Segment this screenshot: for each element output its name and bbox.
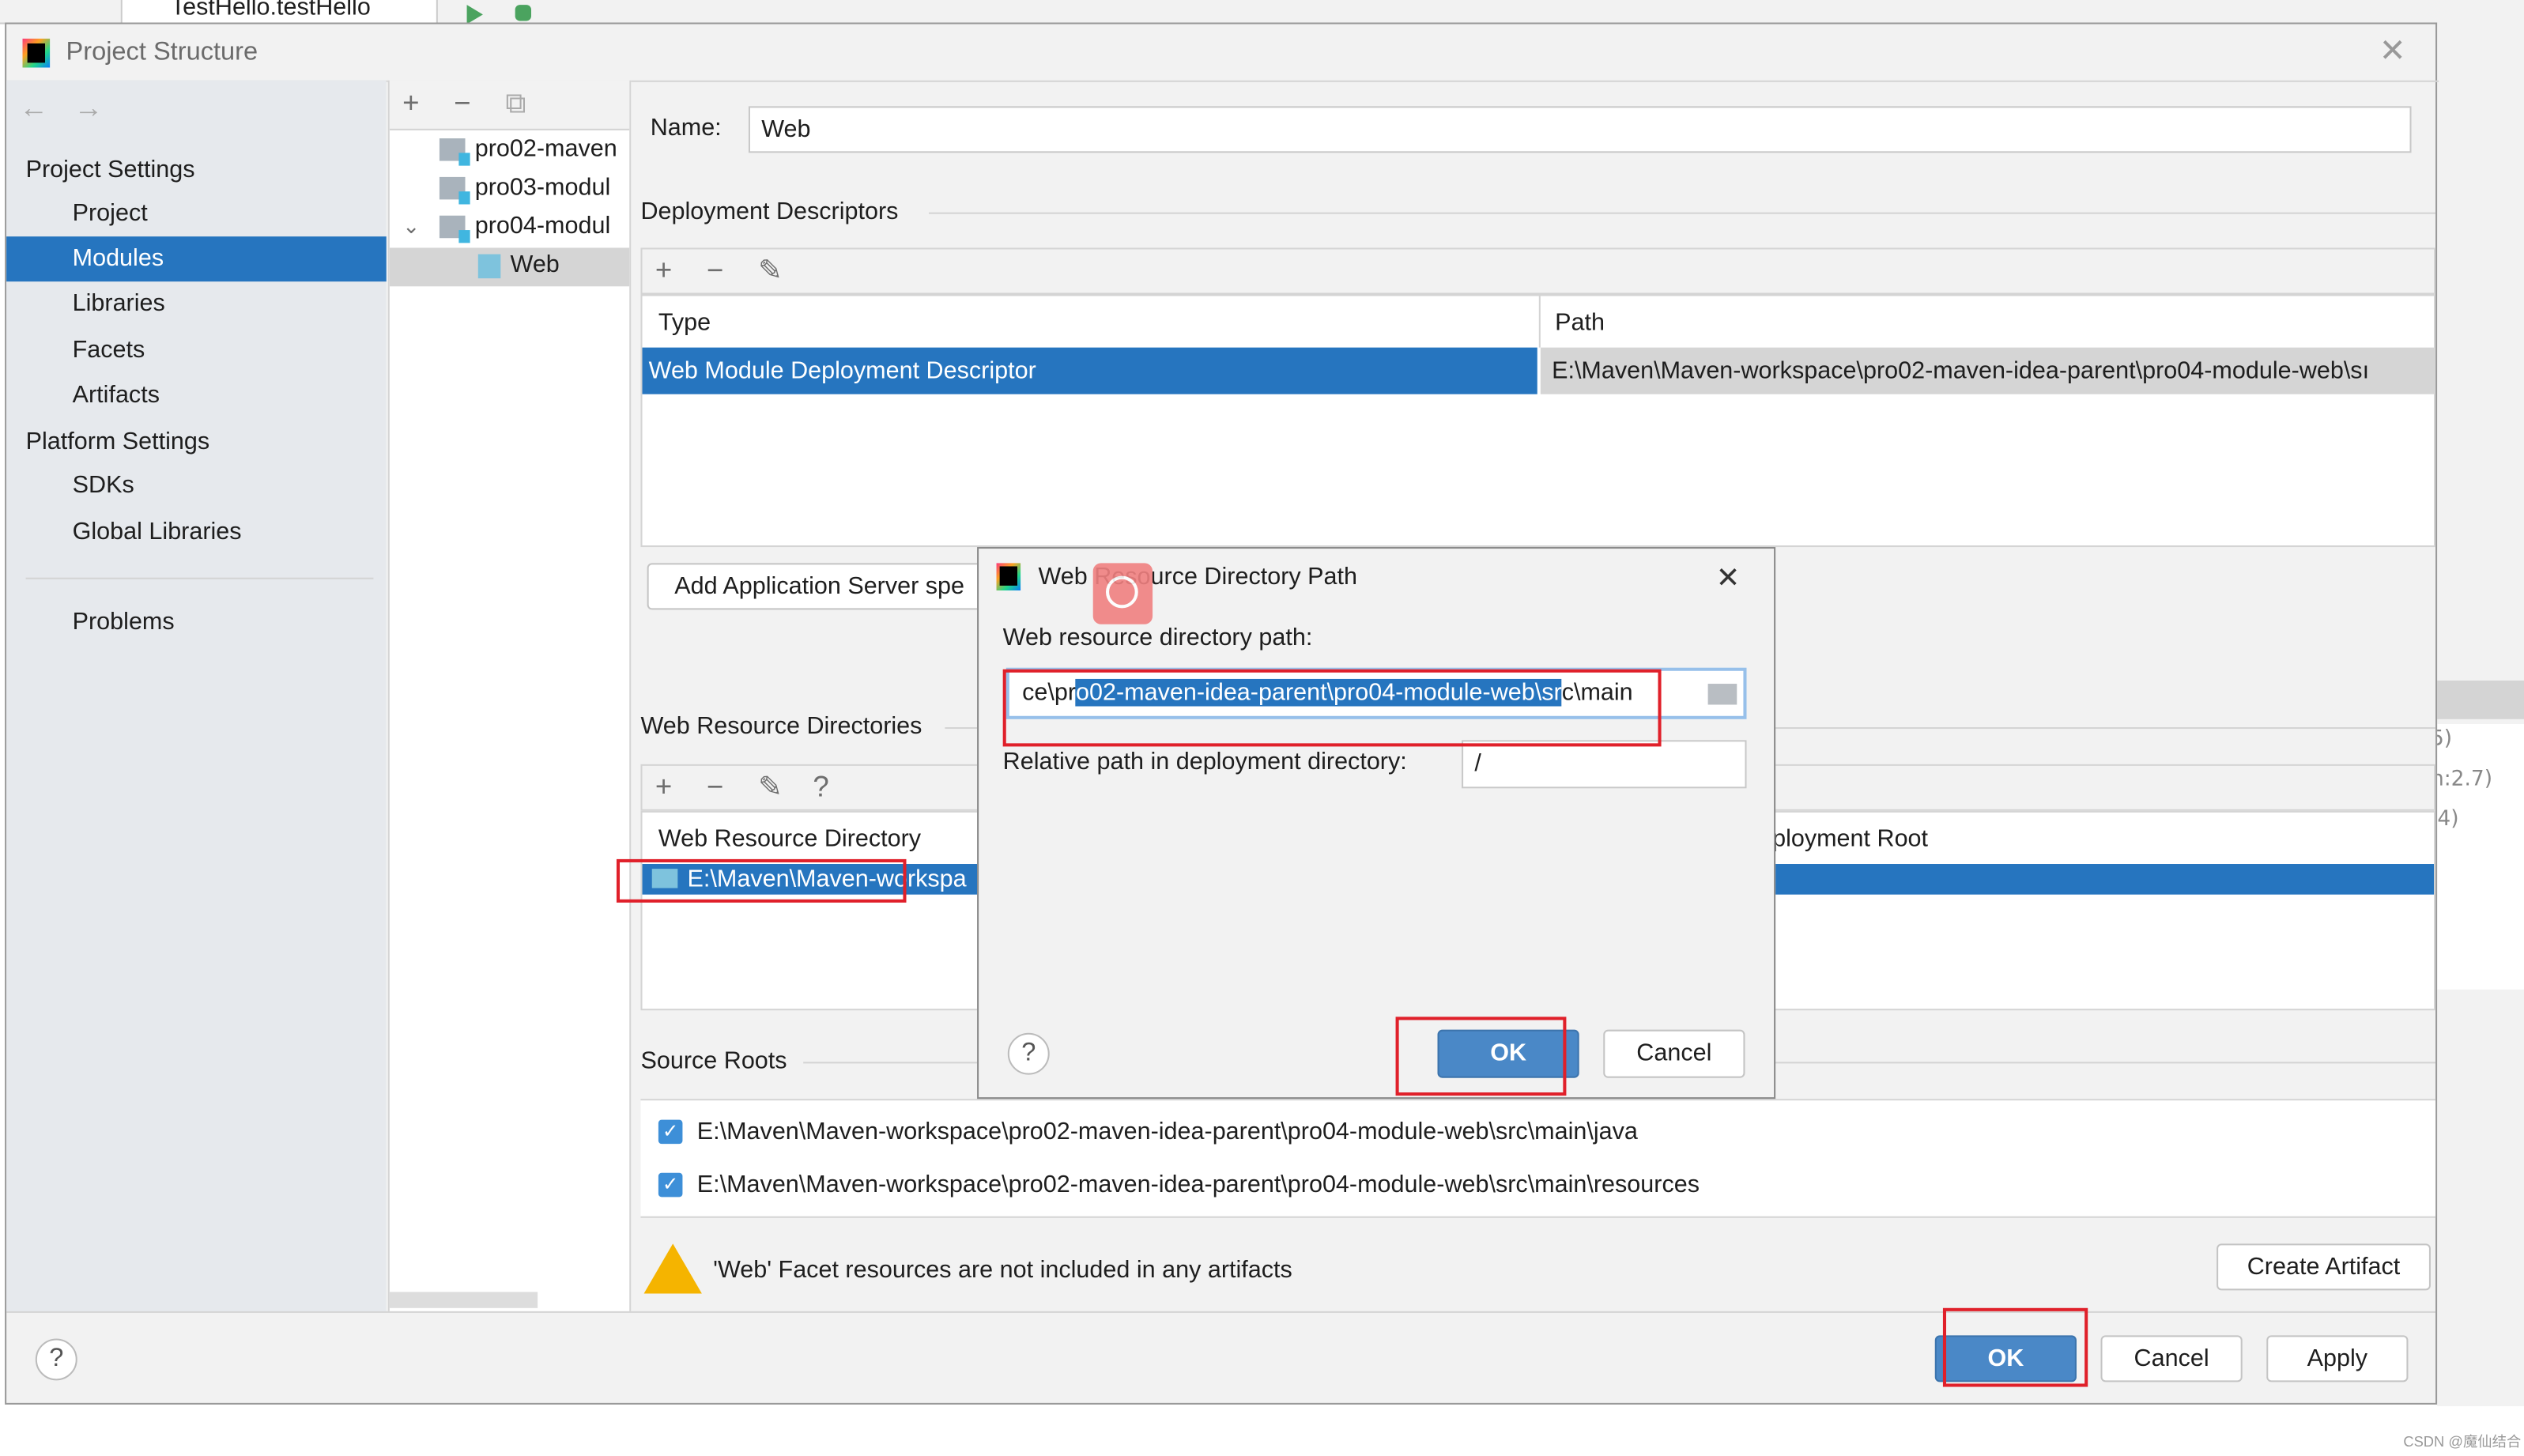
screen: TestHello.testHello 5) n:2.7) .4) Projec… xyxy=(0,0,2524,1455)
app-logo-icon xyxy=(22,38,51,68)
cancel-button[interactable]: Cancel xyxy=(2100,1335,2243,1382)
tree-item[interactable]: pro03-modul xyxy=(390,171,629,209)
browse-folder-icon[interactable] xyxy=(1707,684,1737,705)
annotation-box xyxy=(616,858,907,903)
remove-icon[interactable]: − xyxy=(454,89,470,118)
ide-background-right: 5) n:2.7) .4) xyxy=(2431,22,2524,1406)
horizontal-scrollbar[interactable] xyxy=(389,1292,538,1308)
list-item[interactable]: ✓ E:\Maven\Maven-workspace\pro02-maven-id… xyxy=(640,1113,2435,1152)
dd-table: Type Path Web Module Deployment Descript… xyxy=(640,294,2436,548)
warning-text: 'Web' Facet resources are not included i… xyxy=(713,1256,1292,1284)
help-button[interactable]: ? xyxy=(1007,1032,1050,1075)
column-header[interactable]: Path xyxy=(1555,309,1605,338)
table-row[interactable]: Web Module Deployment Descriptor E:\Mave… xyxy=(642,347,2435,394)
remove-icon[interactable]: − xyxy=(707,256,723,285)
sidebar-item-facets[interactable]: Facets xyxy=(6,328,387,373)
section-platform-settings: Platform Settings xyxy=(25,428,210,456)
web-resource-directory-path-dialog: Web Resource Directory Path ✕ Web resour… xyxy=(977,547,1776,1100)
tree-item[interactable]: pro02-maven xyxy=(390,132,629,171)
run-config-tab[interactable]: TestHello.testHello xyxy=(120,0,438,25)
list-item[interactable]: ✓ E:\Maven\Maven-workspace\pro02-maven-id… xyxy=(640,1167,2435,1205)
apply-button[interactable]: Apply xyxy=(2266,1335,2409,1382)
copy-icon[interactable]: ⧉ xyxy=(505,89,526,118)
add-icon[interactable]: + xyxy=(655,256,672,285)
sidebar-item-modules[interactable]: Modules xyxy=(6,236,387,282)
tree-item[interactable]: ⌄ pro04-modul xyxy=(390,209,629,248)
sidebar-item-project[interactable]: Project xyxy=(6,191,387,236)
relative-path-input[interactable]: / xyxy=(1462,740,1747,789)
column-header[interactable]: Type xyxy=(658,309,711,338)
sidebar-item-problems[interactable]: Problems xyxy=(6,600,387,645)
source-roots-heading: Source Roots xyxy=(640,1047,787,1075)
name-label: Name: xyxy=(650,114,722,142)
web-resource-directories-heading: Web Resource Directories xyxy=(640,712,922,741)
cancel-button[interactable]: Cancel xyxy=(1603,1029,1745,1078)
ide-toolbar: TestHello.testHello xyxy=(0,0,2524,25)
checkbox-checked[interactable]: ✓ xyxy=(658,1119,683,1145)
dialog-title: Web Resource Directory Path xyxy=(1038,563,1357,590)
annotation-box xyxy=(1942,1307,2088,1387)
section-project-settings: Project Settings xyxy=(25,156,195,184)
path-label: Web resource directory path: xyxy=(1002,624,1313,652)
app-logo-icon xyxy=(996,563,1021,590)
web-facet-icon xyxy=(477,254,501,279)
module-folder-icon xyxy=(439,138,470,166)
chevron-down-icon[interactable]: ⌄ xyxy=(402,213,420,242)
remove-icon[interactable]: − xyxy=(707,772,723,802)
sidebar: ← → Project Settings Project Modules Lib… xyxy=(6,80,387,1311)
name-input[interactable]: Web xyxy=(748,106,2412,153)
add-icon[interactable]: + xyxy=(655,772,672,802)
add-application-server-button[interactable]: Add Application Server spe xyxy=(647,563,1034,610)
close-icon[interactable]: ✕ xyxy=(2379,36,2406,68)
relative-path-label: Relative path in deployment directory: xyxy=(1002,748,1407,776)
create-artifact-button[interactable]: Create Artifact xyxy=(2217,1243,2431,1291)
column-header[interactable]: ployment Root xyxy=(1772,825,1928,854)
tree-item-web[interactable]: Web xyxy=(389,247,630,287)
annotation-box xyxy=(1002,669,1662,747)
edit-pencil-icon[interactable]: ✎ xyxy=(758,256,783,285)
annotation-box xyxy=(1395,1017,1567,1096)
run-icon[interactable] xyxy=(466,5,483,25)
sidebar-item-sdks[interactable]: SDKs xyxy=(6,463,387,508)
close-icon[interactable]: ✕ xyxy=(1716,563,1741,592)
debug-icon[interactable] xyxy=(515,5,532,21)
sidebar-item-artifacts[interactable]: Artifacts xyxy=(6,373,387,418)
help-icon[interactable]: ? xyxy=(813,772,828,802)
module-folder-icon xyxy=(439,215,470,243)
sidebar-item-libraries[interactable]: Libraries xyxy=(6,281,387,326)
edit-pencil-icon[interactable]: ✎ xyxy=(758,772,783,802)
column-header[interactable]: Web Resource Directory xyxy=(658,825,921,854)
source-roots-list: ✓ E:\Maven\Maven-workspace\pro02-maven-id… xyxy=(640,1099,2436,1218)
back-arrow-icon[interactable]: ← xyxy=(19,93,48,123)
warning-icon xyxy=(643,1243,702,1294)
add-icon[interactable]: + xyxy=(402,89,419,118)
help-button[interactable]: ? xyxy=(35,1338,77,1381)
module-folder-icon xyxy=(439,176,470,205)
dialog-title: Project Structure xyxy=(66,38,258,66)
deployment-descriptors-heading: Deployment Descriptors xyxy=(640,198,899,225)
sidebar-item-global-libraries[interactable]: Global Libraries xyxy=(6,510,387,555)
watermark: CSDN @魔仙结合 xyxy=(2403,1433,2522,1450)
checkbox-checked[interactable]: ✓ xyxy=(658,1172,683,1198)
search-overlay-icon[interactable] xyxy=(1092,563,1153,624)
forward-arrow-icon[interactable]: → xyxy=(74,93,104,123)
module-tree-panel: + − ⧉ pro02-maven pro03-modul ⌄ pro04-mod… xyxy=(387,80,632,1311)
dd-toolbar: + − ✎ xyxy=(640,247,2436,295)
